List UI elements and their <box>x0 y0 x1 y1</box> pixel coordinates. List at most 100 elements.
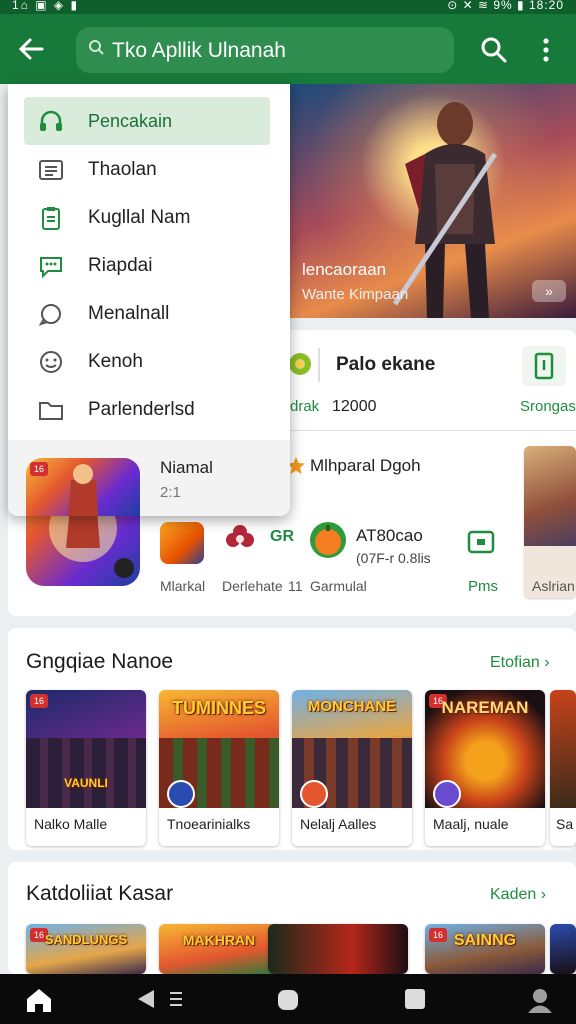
hero-subtitle: Wante Kimpaan <box>302 286 409 303</box>
game-card[interactable]: 16 VAUNLI Nalko Malle <box>26 690 146 846</box>
game-card[interactable] <box>268 924 408 974</box>
game-art-text: SAINNG <box>453 932 517 949</box>
home-circle-icon[interactable] <box>276 988 300 1012</box>
app-label-mlarkal: Mlarkal <box>160 578 206 594</box>
app-label-count: 11 <box>288 578 303 594</box>
chat-icon <box>40 257 62 279</box>
drawer-item-label: Thaolan <box>88 159 157 180</box>
drawer-item-kenoh[interactable]: Kenoh <box>24 337 270 385</box>
drawer-item-thaolan[interactable]: Thaolan <box>24 145 270 193</box>
game-card[interactable]: 16 SANDLUNGS <box>26 924 146 974</box>
promo-title: Palo ekane <box>336 354 436 375</box>
app-bar: Tko Apllik Ulnanah <box>0 14 576 84</box>
drawer-item-label: Pencakain <box>88 111 173 131</box>
gr-label: GR <box>270 528 294 545</box>
promo-number: 12000 <box>332 398 377 415</box>
recents-icon[interactable] <box>404 988 426 1010</box>
search-icon <box>89 40 104 55</box>
section-see-more-link[interactable]: Kaden › <box>490 886 546 904</box>
drawer-item-label: Parlenderlsd <box>88 399 195 420</box>
status-bar: 1⌂ ▣ ◈ ▮ ⊙ ✕ ≋ 9% ▮ 18:20 <box>0 0 576 14</box>
game-name: Tnoearinialks <box>167 816 251 832</box>
game-tag-icon <box>167 780 195 808</box>
section-see-more-link[interactable]: Etofian › <box>490 654 550 672</box>
game-card[interactable]: MAKHRAN <box>159 924 279 974</box>
game-art-text: SANDLUNGS <box>44 932 128 947</box>
game-card[interactable]: TUMINNES Tnoearinialks <box>159 690 279 846</box>
game-art <box>550 924 576 974</box>
drawer-item-menalnall[interactable]: Menalnall <box>24 289 270 337</box>
featured-title: Mlhparal Dgoh <box>310 456 421 475</box>
game-art-text: TUMINNES <box>172 698 266 718</box>
game-art-text: MONCHANE <box>307 698 397 715</box>
side-app-card[interactable] <box>524 446 576 598</box>
pumpkin-icon[interactable] <box>308 520 348 560</box>
drawer-footer[interactable]: 16 Niamal 2:1 <box>8 440 290 516</box>
account-icon[interactable] <box>526 986 554 1014</box>
hero-title: lencaoraan <box>302 260 387 279</box>
price-subtitle: (07F-r 0.8lis <box>356 550 431 566</box>
home-icon[interactable] <box>24 986 54 1014</box>
drawer-item-parlenderlsd[interactable]: Parlenderlsd <box>24 385 270 433</box>
drawer-item-kugllal-nam[interactable]: Kugllal Nam <box>24 193 270 241</box>
hero-banner[interactable]: lencaoraan Wante Kimpaan » <box>290 84 576 318</box>
footer-title: Niamal <box>160 458 213 477</box>
search-icon[interactable] <box>480 36 508 64</box>
section-katdoliiat-kasar: Katdoliiat Kasar Kaden › 16 SANDLUNGS MA… <box>8 862 576 974</box>
drawer-item-label: Kenoh <box>88 351 143 372</box>
drawer-item-label: Riapdai <box>88 255 153 276</box>
app-label-pms[interactable]: Pms <box>468 578 498 595</box>
game-tag-icon <box>300 780 328 808</box>
game-art <box>268 924 408 974</box>
game-card[interactable] <box>550 924 576 974</box>
ad-badge: 16 <box>30 694 48 708</box>
game-name: Nalko Malle <box>34 816 108 832</box>
list-icon <box>39 160 63 180</box>
footer-subtitle: 2:1 <box>160 484 181 501</box>
footer-app-icon: 16 <box>26 458 140 516</box>
bottom-nav-bar <box>0 974 576 1024</box>
game-name: Maalj, nuale <box>433 816 509 832</box>
navigation-drawer: Pencakain Thaolan Kugllal Nam Riapdai Me… <box>8 84 290 516</box>
price-title: AT80cao <box>356 526 423 545</box>
drawer-item-pencakain[interactable]: Pencakain <box>24 97 270 145</box>
hero-knight-art <box>392 102 498 318</box>
status-left-icons: 1⌂ ▣ ◈ ▮ <box>12 0 80 12</box>
back-triangle-icon[interactable] <box>136 988 156 1010</box>
promo-right-icon[interactable] <box>522 346 566 386</box>
headset-icon <box>40 110 62 131</box>
ticket-icon[interactable] <box>466 528 496 556</box>
status-right: ⊙ ✕ ≋ 9% ▮ 18:20 <box>447 0 564 12</box>
drawer-item-riapdai[interactable]: Riapdai <box>24 241 270 289</box>
promo-right-label[interactable]: Srongas <box>520 398 576 415</box>
search-query: Tko Apllik Ulnanah <box>112 39 286 62</box>
drawer-item-label: Kugllal Nam <box>88 207 191 228</box>
flower-icon[interactable] <box>224 522 256 554</box>
game-card[interactable]: Sa <box>550 690 576 846</box>
hero-more-button[interactable]: » <box>532 280 566 302</box>
drawer-item-label: Menalnall <box>88 303 170 324</box>
more-vert-icon[interactable] <box>538 36 554 64</box>
game-art-text: NAREMAN <box>441 698 529 717</box>
support-icon <box>38 304 61 326</box>
game-art-text: VAUNLI <box>64 776 108 790</box>
menu-lines-icon[interactable] <box>168 990 184 1008</box>
app-icon-mlarkal[interactable] <box>160 522 204 564</box>
section-title: Katdoliiat Kasar <box>26 882 174 905</box>
section-gngqiae-nanoe: Gngqiae Nanoe Etofian › 16 VAUNLI Nalko … <box>8 628 576 850</box>
section-title: Gngqiae Nanoe <box>26 650 174 673</box>
app-label-garmulal: Garmulal <box>310 578 367 594</box>
gear-badge-icon <box>289 353 311 375</box>
game-card[interactable]: 16 NAREMAN Maalj, nuale <box>425 690 545 846</box>
app-label-derlehate: Derlehate <box>222 578 283 594</box>
folder-icon <box>39 402 63 420</box>
search-input[interactable]: Tko Apllik Ulnanah <box>76 27 454 73</box>
game-tag-icon <box>433 780 461 808</box>
back-arrow-icon[interactable] <box>16 34 46 64</box>
divider <box>318 348 320 382</box>
clipboard-icon <box>42 207 60 230</box>
game-name: Sa <box>556 816 574 832</box>
game-card[interactable]: MONCHANE Nelalj Aalles <box>292 690 412 846</box>
game-name: Nelalj Aalles <box>300 816 377 832</box>
game-card[interactable]: 16 SAINNG <box>425 924 545 974</box>
